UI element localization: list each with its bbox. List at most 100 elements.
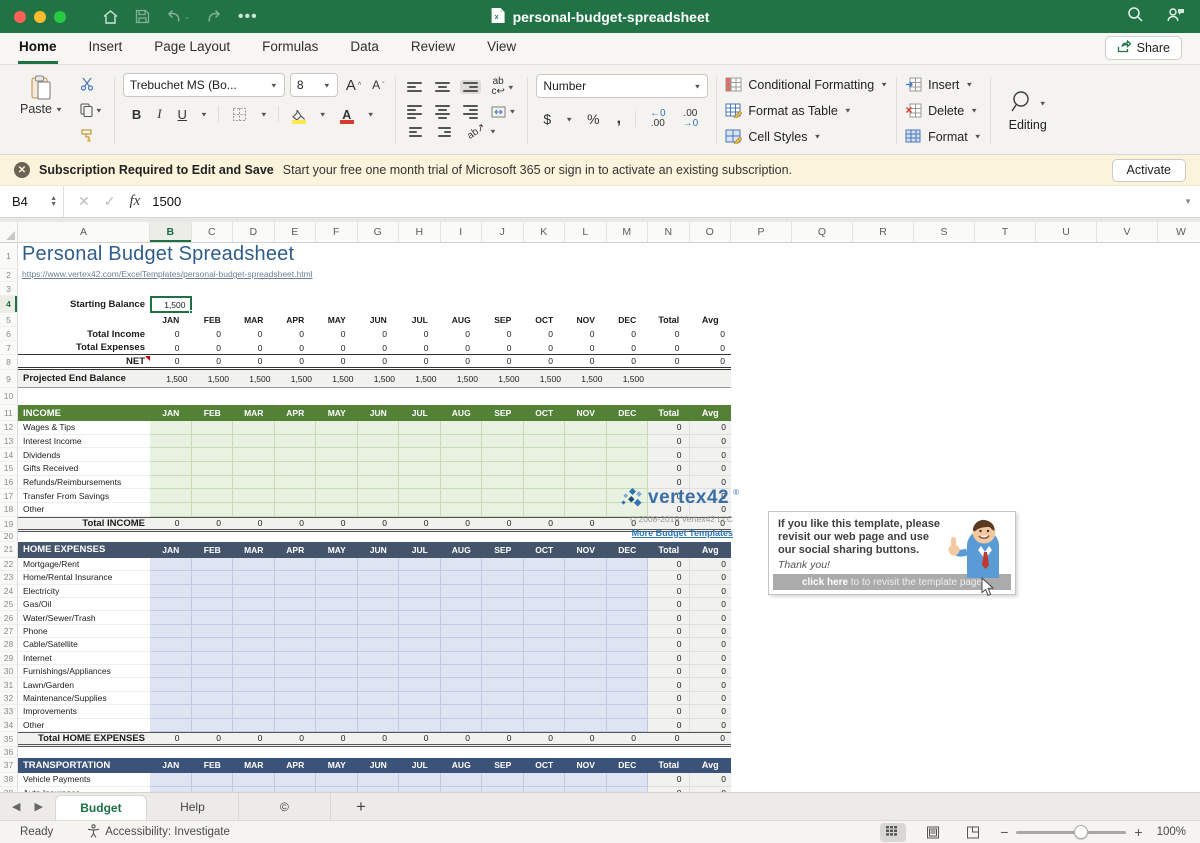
cell[interactable]: [524, 678, 566, 691]
cell[interactable]: [316, 421, 358, 435]
month-header[interactable]: MAR: [233, 542, 275, 558]
cell[interactable]: [524, 503, 566, 517]
cell[interactable]: [524, 462, 566, 476]
cell[interactable]: [150, 585, 192, 598]
cell[interactable]: [233, 558, 275, 571]
wrap-text-button[interactable]: abc↩▼: [488, 75, 517, 99]
cell[interactable]: [233, 678, 275, 691]
cell[interactable]: [399, 598, 441, 611]
cell[interactable]: 0: [399, 733, 441, 744]
cell[interactable]: 0: [441, 355, 483, 367]
cell[interactable]: [607, 448, 649, 462]
cell[interactable]: [524, 571, 566, 584]
month-header[interactable]: JUN: [358, 542, 400, 558]
home-icon[interactable]: [102, 9, 119, 25]
cell[interactable]: 0: [648, 611, 690, 624]
cell[interactable]: [399, 665, 441, 678]
page-break-view-button[interactable]: [960, 823, 986, 842]
column-header-B[interactable]: B: [150, 222, 192, 242]
cell[interactable]: 0: [690, 692, 732, 705]
month-header[interactable]: AUG: [441, 542, 483, 558]
cell[interactable]: [565, 787, 607, 792]
cell[interactable]: 0: [399, 518, 441, 529]
month-header[interactable]: AUG: [441, 313, 483, 327]
month-header[interactable]: MAR: [233, 313, 275, 327]
month-header[interactable]: NOV: [565, 758, 607, 773]
row-header-14[interactable]: 14: [0, 448, 18, 462]
cell[interactable]: [233, 571, 275, 584]
cell[interactable]: [358, 585, 400, 598]
cell[interactable]: [524, 625, 566, 638]
cut-icon[interactable]: [77, 75, 106, 93]
cell[interactable]: [192, 773, 234, 787]
column-header-S[interactable]: S: [914, 222, 975, 242]
row-header-5[interactable]: 5: [0, 313, 18, 327]
cell[interactable]: 0: [690, 462, 732, 476]
cell[interactable]: [565, 638, 607, 651]
month-header[interactable]: OCT: [524, 313, 566, 327]
tab-scroll-right-icon[interactable]: ▶: [34, 800, 42, 813]
align-bottom-button[interactable]: [460, 80, 481, 94]
cell[interactable]: [233, 665, 275, 678]
cell[interactable]: Total: [648, 405, 690, 421]
cell[interactable]: 0: [648, 341, 690, 354]
cell[interactable]: 0: [524, 355, 566, 367]
cell[interactable]: 0: [150, 355, 192, 367]
cell[interactable]: [607, 435, 649, 449]
cell[interactable]: [524, 652, 566, 665]
month-header[interactable]: JUL: [399, 313, 441, 327]
cell[interactable]: [150, 665, 192, 678]
cell[interactable]: [399, 692, 441, 705]
fullscreen-button[interactable]: [54, 11, 66, 23]
cell[interactable]: [150, 476, 192, 490]
row-header-15[interactable]: 15: [0, 462, 18, 476]
cell[interactable]: [150, 435, 192, 449]
cell[interactable]: 0: [648, 733, 690, 744]
row-header-37[interactable]: 37: [0, 758, 18, 773]
cell[interactable]: 0: [565, 733, 607, 744]
cell[interactable]: [358, 665, 400, 678]
column-header-Q[interactable]: Q: [792, 222, 853, 242]
page-layout-view-button[interactable]: [920, 823, 946, 842]
cell[interactable]: [316, 638, 358, 651]
cell[interactable]: 1,500: [441, 370, 483, 387]
cell[interactable]: [482, 678, 524, 691]
cell[interactable]: [399, 503, 441, 517]
cell[interactable]: 1,500: [192, 370, 234, 387]
row-header-30[interactable]: 30: [0, 665, 18, 678]
cell[interactable]: [524, 719, 566, 732]
cell[interactable]: [275, 421, 317, 435]
cell[interactable]: [524, 421, 566, 435]
cell[interactable]: [358, 462, 400, 476]
cell[interactable]: [565, 598, 607, 611]
cell[interactable]: [275, 787, 317, 792]
cell[interactable]: 0: [233, 355, 275, 367]
cell[interactable]: 0: [192, 355, 234, 367]
cell[interactable]: 0: [690, 719, 732, 732]
cell[interactable]: [482, 462, 524, 476]
cell[interactable]: [399, 625, 441, 638]
row-header-12[interactable]: 12: [0, 421, 18, 435]
cell[interactable]: [192, 503, 234, 517]
cell[interactable]: [565, 678, 607, 691]
cell[interactable]: 0: [648, 462, 690, 476]
cell[interactable]: 0: [690, 435, 732, 449]
column-header-G[interactable]: G: [358, 222, 400, 242]
cell[interactable]: [607, 692, 649, 705]
tab-scroll-left-icon[interactable]: ◀: [12, 800, 20, 813]
cell[interactable]: 0: [690, 341, 732, 354]
cell[interactable]: [358, 489, 400, 503]
cell[interactable]: 0: [690, 558, 732, 571]
currency-button[interactable]: $: [540, 109, 554, 129]
cell[interactable]: [275, 692, 317, 705]
cell[interactable]: [441, 585, 483, 598]
cell[interactable]: [275, 705, 317, 718]
cell[interactable]: [316, 462, 358, 476]
cell[interactable]: [150, 638, 192, 651]
row-header-20[interactable]: 20: [0, 532, 18, 542]
avg-header[interactable]: Avg: [690, 313, 732, 327]
format-cells-button[interactable]: Format▼: [905, 125, 982, 148]
cell[interactable]: 0: [690, 733, 732, 744]
cell[interactable]: [150, 448, 192, 462]
month-header[interactable]: JUL: [399, 405, 441, 421]
